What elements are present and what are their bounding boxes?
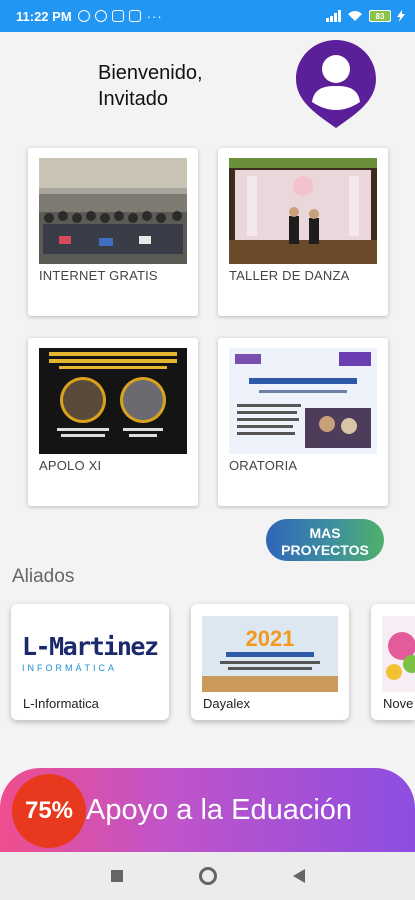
ally-logo-linformatica: L-Martinez INFORMÁTICA xyxy=(22,616,158,692)
ally-card-nove[interactable]: Nove xyxy=(371,604,415,720)
status-bar: 11:22 PM ··· 83 xyxy=(0,0,415,32)
ally-logo-sub: INFORMÁTICA xyxy=(22,663,117,673)
project-image-danza xyxy=(229,158,377,264)
app-icon xyxy=(94,10,107,22)
more-projects-button[interactable]: MAS PROYECTOS xyxy=(266,519,384,561)
education-banner[interactable]: 75% Apoyo a la Eduación xyxy=(0,768,415,852)
project-card-internet[interactable]: INTERNET GRATIS xyxy=(28,148,198,316)
charging-icon xyxy=(397,10,405,22)
ally-logo-nove xyxy=(382,616,415,692)
ally-logo-year: 2021 xyxy=(245,626,295,651)
instagram-icon xyxy=(111,10,124,22)
ally-logo-dayalex: 2021 xyxy=(202,616,338,692)
project-label-apolo: APOLO XI xyxy=(39,458,102,473)
system-nav-bar xyxy=(0,852,415,900)
home-icon[interactable] xyxy=(198,867,217,885)
more-projects-line1: MAS xyxy=(309,525,341,541)
project-image-oratoria xyxy=(229,348,377,454)
overflow-dots: ··· xyxy=(146,8,163,24)
wifi-icon xyxy=(348,11,362,21)
banner-text: Apoyo a la Eduación xyxy=(86,794,353,826)
ally-logo-main: L-Martinez xyxy=(22,632,158,661)
ally-name-linformatica: L-Informatica xyxy=(23,696,99,711)
project-label-oratoria: ORATORIA xyxy=(229,458,298,473)
battery-icon: 83 xyxy=(369,10,391,22)
project-image-apolo xyxy=(39,348,187,454)
welcome-greeting: Bienvenido, xyxy=(98,62,203,84)
user-location-pin-icon[interactable] xyxy=(296,40,376,128)
discount-badge: 75% xyxy=(12,774,86,848)
instagram-icon xyxy=(128,10,141,22)
ally-name-dayalex: Dayalex xyxy=(203,696,250,711)
project-label-internet: INTERNET GRATIS xyxy=(39,268,158,283)
project-label-danza: TALLER DE DANZA xyxy=(229,268,350,283)
battery-level: 83 xyxy=(375,11,385,21)
recents-icon[interactable] xyxy=(110,870,123,882)
welcome-text: Bienvenido, Invitado xyxy=(98,60,203,112)
allies-title: Aliados xyxy=(12,566,75,587)
alarm-icon xyxy=(77,10,90,22)
project-image-internet xyxy=(39,158,187,264)
back-icon[interactable] xyxy=(292,869,305,883)
ally-name-nove: Nove xyxy=(383,696,414,711)
ally-card-dayalex[interactable]: 2021 Dayalex xyxy=(191,604,349,720)
more-projects-line2: PROYECTOS xyxy=(281,542,369,558)
status-time: 11:22 PM xyxy=(16,8,72,24)
welcome-user: Invitado xyxy=(98,88,169,110)
ally-card-linformatica[interactable]: L-Martinez INFORMÁTICA L-Informatica xyxy=(11,604,169,720)
project-card-oratoria[interactable]: ORATORIA xyxy=(218,338,388,506)
project-card-apolo[interactable]: APOLO XI xyxy=(28,338,198,506)
project-card-danza[interactable]: TALLER DE DANZA xyxy=(218,148,388,316)
signal-icon xyxy=(326,10,341,22)
